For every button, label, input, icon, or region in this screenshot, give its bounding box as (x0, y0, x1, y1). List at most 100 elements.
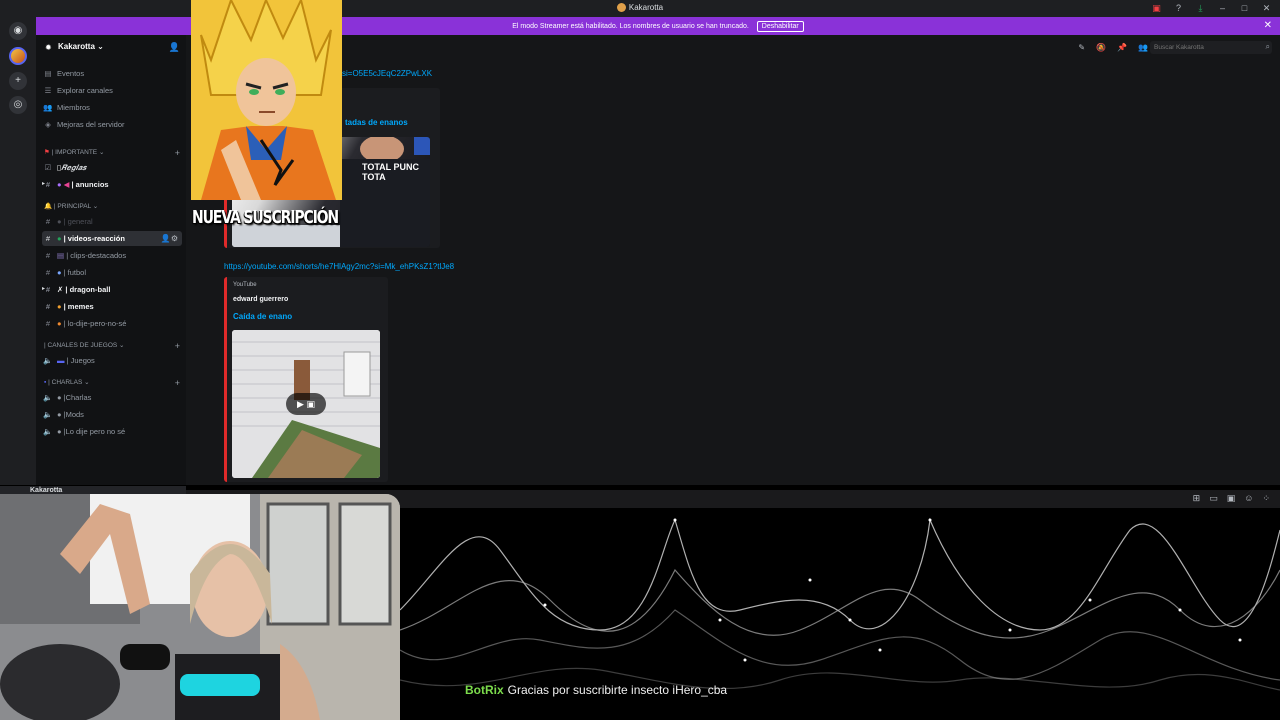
category-label: | PRINCIPAL ⌄ (53, 203, 99, 210)
activities-icon[interactable]: ⊞ (1193, 493, 1201, 504)
channel-futbol[interactable]: # ● | futbol (42, 265, 182, 280)
channel-label: 𝑹𝒆𝒈𝒍𝒂𝒔 (61, 163, 87, 172)
hash-icon: # (45, 319, 51, 328)
banner-text: El modo Streamer está habilitado. Los no… (512, 23, 749, 30)
voice-lo-dije[interactable]: 🔈 ● |Lo dije pero no sé (42, 424, 182, 439)
laugh-icon: ● (57, 302, 62, 311)
minimize-icon[interactable]: – (1217, 3, 1228, 14)
channel-label: |Charlas (63, 393, 92, 402)
discord-home-icon[interactable]: ◉ (9, 22, 27, 40)
download-icon[interactable]: ⤓ (1195, 3, 1206, 14)
add-server-icon[interactable]: + (9, 72, 27, 90)
webcam-feed-image (0, 494, 400, 720)
search-input[interactable] (1150, 41, 1272, 54)
channel-videos-reaccion[interactable]: # ● | videos-reacción 👤⚙ (42, 231, 182, 246)
channel-label: | memes (63, 302, 94, 311)
message-link-2[interactable]: https://youtube.com/shorts/he7HlAgy2mc?s… (224, 262, 454, 271)
voice-mods[interactable]: 🔈 ● |Mods (42, 407, 182, 422)
channel-reglas[interactable]: ☑ ▯𝑹𝒆𝒈𝒍𝒂𝒔 (42, 160, 182, 175)
hash-icon: # (45, 302, 51, 311)
user-panel-name: Kakarotta (30, 487, 63, 494)
bubble-icon: ● (57, 393, 62, 402)
shrug-icon: ● (57, 319, 62, 328)
help-icon[interactable]: ? (1173, 3, 1184, 14)
channel-label: | dragon-ball (65, 285, 111, 294)
unread-dot-icon: ▸ (42, 181, 46, 187)
invite-icon[interactable]: 👤 (169, 42, 180, 53)
channel-settings-icon[interactable]: 👤⚙ (161, 231, 178, 246)
category-charlas[interactable]: ▪ | CHARLAS ⌄ + (44, 377, 182, 389)
chat-bubble-icon: ▪ (44, 379, 47, 386)
add-channel-icon[interactable]: + (175, 340, 180, 352)
sidebar-item-label: Eventos (57, 69, 85, 78)
close-window-icon[interactable]: ✕ (1261, 3, 1272, 14)
category-juegos[interactable]: | CANALES DE JUEGOS ⌄ + (44, 340, 182, 352)
screen-icon[interactable]: ▭ (1209, 493, 1218, 504)
category-importante[interactable]: ⚑ | IMPORTANTE ⌄ + (44, 147, 182, 159)
sidebar-item-miembros[interactable]: 👥 Miembros (42, 100, 182, 115)
channel-sidebar: ✹ Kakarotta ⌄ 👤 ▤ Eventos ☰ Explorar canal… (36, 35, 186, 485)
channel-clips-destacados[interactable]: # ▤ | clips-destacados (42, 248, 182, 263)
channel-label: |Lo dije pero no sé (63, 427, 126, 436)
voice-juegos[interactable]: 🔈 ▬ | Juegos (42, 353, 182, 368)
sidebar-item-eventos[interactable]: ▤ Eventos (42, 66, 182, 81)
channel-dragon-ball[interactable]: ▸ # ✗ | dragon-ball (42, 282, 182, 297)
speaker-icon: 🔈 (43, 356, 53, 365)
embed-1-title[interactable]: tadas de enanos (345, 118, 408, 127)
notifications-icon[interactable]: 🔕 (1096, 43, 1106, 52)
threads-icon[interactable]: ✎ (1078, 43, 1085, 52)
voice-charlas[interactable]: 🔈 ● |Charlas (42, 390, 182, 405)
streamer-mode-icon[interactable]: ▣ (1151, 3, 1162, 14)
bubble-icon: ● (57, 410, 62, 419)
category-label: | CANALES DE JUEGOS ⌄ (44, 342, 125, 349)
play-icon[interactable]: ▶ ▣ (286, 393, 326, 415)
pin-icon[interactable]: 📌 (1117, 43, 1127, 52)
add-channel-icon[interactable]: + (175, 377, 180, 389)
channel-label: | anuncios (71, 180, 109, 189)
channel-lo-dije[interactable]: # ● | lo-dije-pero-no-sé (42, 316, 182, 331)
explore-icon[interactable]: ◎ (9, 96, 27, 114)
channel-label: | Juegos (66, 356, 95, 365)
banner-close-icon[interactable]: ✕ (1264, 20, 1272, 31)
video-thumbnail-house[interactable]: ▶ ▣ (232, 330, 380, 478)
channel-label: |Mods (63, 410, 84, 419)
grid-icon[interactable]: ⁘ (1262, 493, 1270, 504)
boost-icon: ◈ (45, 120, 51, 129)
titlebar-controls: ▣ ? ⤓ – □ ✕ (1151, 3, 1272, 14)
chat-text: Gracias por suscribirte insecto iHero_cb… (507, 683, 728, 697)
embed-author[interactable]: edward guerrero (233, 296, 288, 303)
fighter-icon: ✗ (57, 285, 64, 294)
channel-general[interactable]: # ● | general (42, 214, 182, 229)
channel-memes[interactable]: # ● | memes (42, 299, 182, 314)
member-list-icon[interactable]: 👥 (1138, 43, 1148, 52)
server-icon-kakarotta[interactable] (9, 47, 27, 65)
soundboard-icon[interactable]: ▣ (1227, 493, 1236, 504)
message-link-1[interactable]: si=O5E5cJEqC2ZPwLXK (342, 69, 432, 78)
unread-dot-icon: ▸ (42, 286, 46, 292)
category-principal[interactable]: 🔔 | PRINCIPAL ⌄ (44, 201, 182, 213)
speaker-icon: 🔈 (43, 427, 53, 436)
channel-anuncios[interactable]: ▸ # ● ◀ | anuncios (42, 177, 182, 192)
channel-label: | general (63, 217, 93, 226)
speech-icon: ● (57, 217, 62, 226)
hash-icon: # (45, 217, 51, 226)
server-header[interactable]: ✹ Kakarotta ⌄ 👤 (36, 35, 186, 59)
disable-streamer-button[interactable]: Deshabilitar (756, 21, 804, 32)
emoji-icon[interactable]: ☺ (1244, 493, 1253, 504)
speaker-icon: 🔈 (43, 393, 53, 402)
category-label: | CHARLAS ⌄ (48, 379, 90, 386)
server-name: Kakarotta ⌄ (58, 42, 104, 51)
calendar-icon: ▤ (44, 69, 52, 78)
server-rail: ◉ + ◎ (0, 17, 36, 490)
rules-icon: ☑ (44, 163, 52, 172)
sidebar-item-mejoras[interactable]: ◈ Mejoras del servidor (42, 117, 182, 132)
embed-title[interactable]: Caída de enano (233, 312, 292, 321)
maximize-icon[interactable]: □ (1239, 3, 1250, 14)
channel-label: | lo-dije-pero-no-sé (63, 319, 127, 328)
embed-provider[interactable]: YouTube (233, 282, 257, 288)
bell-icon: 🔔 (44, 203, 53, 210)
sidebar-item-label: Mejoras del servidor (57, 120, 125, 129)
sidebar-item-explorar[interactable]: ☰ Explorar canales (42, 83, 182, 98)
channel-label: | futbol (63, 268, 87, 277)
add-channel-icon[interactable]: + (175, 147, 180, 159)
